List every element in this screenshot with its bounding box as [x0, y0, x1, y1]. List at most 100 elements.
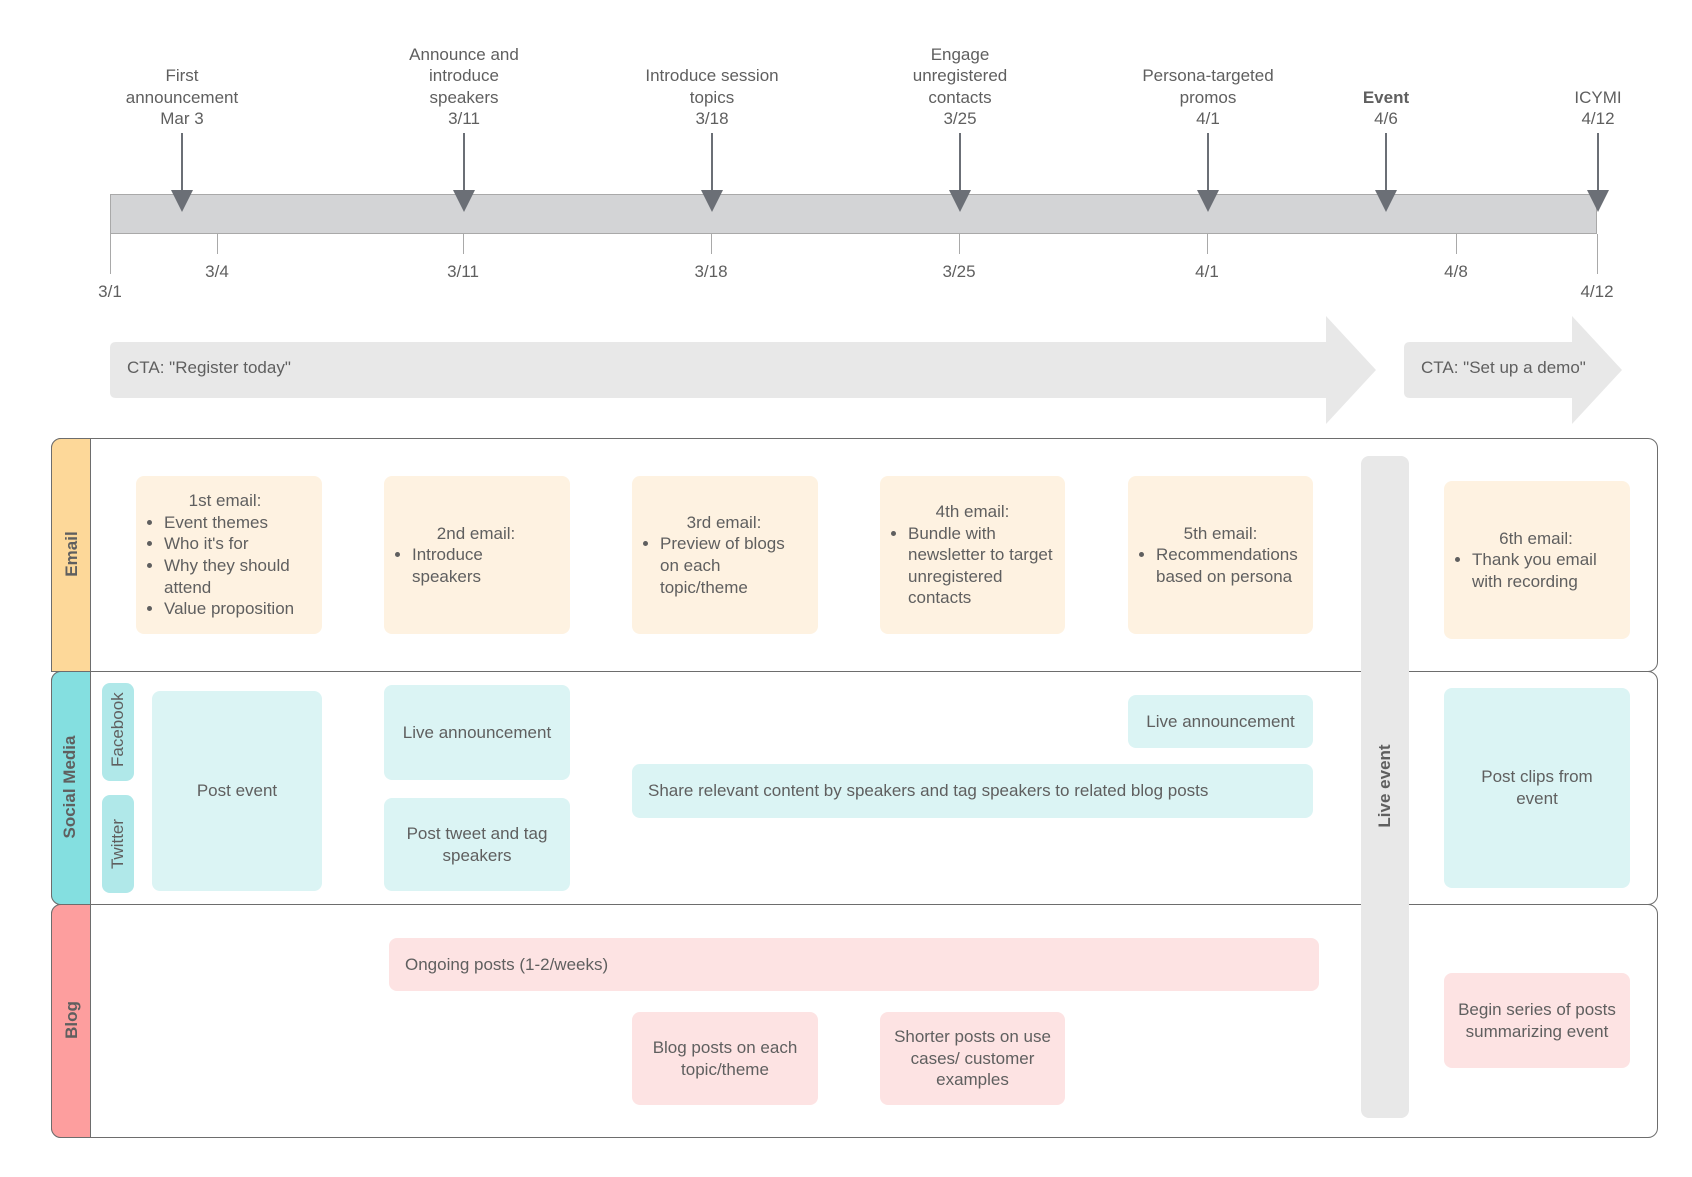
milestone-date: 3/18	[695, 109, 729, 129]
milestone-label: Persona-targeted promos 4/1	[1108, 65, 1308, 130]
tick-mark	[1456, 234, 1457, 254]
email-card-bullets: Bundle with newsletter to target unregis…	[892, 523, 1053, 609]
blog-lane-header: Blog	[51, 904, 91, 1138]
tick-label: 4/1	[1195, 262, 1219, 281]
email-card-bullets: Introduce speakers	[396, 544, 556, 587]
tick-mark	[1207, 234, 1208, 254]
email-card-content: 5th email:Recommendations based on perso…	[1128, 523, 1313, 588]
facebook-tag: Facebook	[102, 683, 134, 781]
milestone-arrow-icon	[949, 190, 971, 212]
email-card-bullet: Who it's for	[164, 533, 302, 555]
post-event-card: Post event	[152, 691, 322, 891]
milestone-arrow-shaft	[463, 133, 465, 193]
email-card: 4th email:Bundle with newsletter to targ…	[880, 476, 1065, 634]
email-card-bullet: Event themes	[164, 512, 302, 534]
milestone-date: 4/1	[1196, 109, 1220, 129]
email-card: 5th email:Recommendations based on perso…	[1128, 476, 1313, 634]
social-media-lane-title: Social Media	[60, 735, 79, 839]
timeline-bar	[110, 194, 1597, 234]
email-card-bullets: Preview of blogs on each topic/theme	[644, 533, 804, 598]
milestone-date: 4/12	[1581, 109, 1615, 129]
email-card-bullets: Recommendations based on persona	[1140, 544, 1301, 587]
blog-lane-title: Blog	[62, 1001, 81, 1039]
live-event-bar: Live event	[1361, 456, 1409, 1118]
tick-mark	[110, 234, 111, 274]
summary-series-card: Begin series of posts summarizing event	[1444, 973, 1630, 1068]
post-tweet-card: Post tweet and tag speakers	[384, 798, 570, 891]
milestone-title: topics	[689, 87, 735, 107]
email-card-content: 3rd email:Preview of blogs on each topic…	[632, 512, 818, 598]
email-card-heading: 2nd email:	[436, 523, 516, 543]
milestone-label: First announcement Mar 3	[82, 65, 282, 130]
shorter-posts-card: Shorter posts on use cases/ customer exa…	[880, 1012, 1065, 1105]
milestone-arrow-icon	[171, 190, 193, 212]
milestone-title: First	[165, 66, 199, 86]
tick-label: 4/12	[1580, 282, 1614, 301]
milestone-title: promos	[1179, 87, 1237, 107]
milestone-arrow-shaft	[959, 133, 961, 193]
email-card-heading: 1st email:	[188, 491, 262, 511]
milestone-arrow-icon	[701, 190, 723, 212]
topic-blog-posts-card: Blog posts on each topic/theme	[632, 1012, 818, 1105]
milestone-arrow-shaft	[181, 133, 183, 193]
shorter-posts-text: Shorter posts on use cases/ customer exa…	[894, 1027, 1051, 1090]
tick-label: 3/25	[942, 262, 976, 281]
milestone-title: introduce	[429, 66, 499, 86]
milestone-date: 3/11	[448, 109, 480, 129]
milestone-title: Engage	[930, 44, 990, 64]
milestone-label: Announce and introduce speakers 3/11	[364, 44, 564, 130]
email-card-bullet: Value proposition	[164, 598, 302, 620]
milestone-arrow-shaft	[1385, 133, 1387, 193]
email-card: 6th email:Thank you email with recording	[1444, 481, 1630, 639]
milestone-title: Announce and	[409, 44, 519, 64]
live-announcement-card: Live announcement	[384, 685, 570, 780]
email-lane-header: Email	[51, 438, 91, 672]
milestone-label: Introduce session topics 3/18	[612, 65, 812, 130]
milestone-title: Persona-targeted	[1142, 66, 1274, 86]
email-card-bullet: Recommendations based on persona	[1156, 544, 1301, 587]
email-card-heading: 6th email:	[1499, 528, 1573, 548]
milestone-arrow-icon	[1587, 190, 1609, 212]
email-card-content: 2nd email:Introduce speakers	[384, 523, 570, 588]
tick-label: 3/1	[98, 282, 122, 301]
ongoing-posts-card: Ongoing posts (1-2/weeks)	[389, 938, 1319, 991]
live-announcement-text-2: Live announcement	[1146, 711, 1295, 731]
live-announcement-card-2: Live announcement	[1128, 695, 1313, 748]
email-card: 1st email:Event themesWho it's forWhy th…	[136, 476, 322, 634]
milestone-title: speakers	[429, 87, 499, 107]
tick-mark	[217, 234, 218, 254]
milestone-title: announcement	[125, 87, 239, 107]
email-card: 3rd email:Preview of blogs on each topic…	[632, 476, 818, 634]
facebook-tag-label: Facebook	[108, 692, 127, 767]
email-card: 2nd email:Introduce speakers	[384, 476, 570, 634]
email-card-heading: 5th email:	[1183, 523, 1258, 543]
tick-label: 4/8	[1444, 262, 1468, 281]
email-lane-title: Email	[62, 531, 81, 577]
milestone-arrow-icon	[453, 190, 475, 212]
post-tweet-text: Post tweet and tag speakers	[406, 823, 548, 865]
post-event-text: Post event	[196, 781, 278, 801]
tick-label: 3/11	[447, 262, 479, 281]
cta-register-arrow	[110, 316, 1376, 424]
ongoing-posts-text: Ongoing posts (1-2/weeks)	[405, 954, 609, 974]
tick-label: 3/4	[205, 262, 229, 281]
tick-mark	[463, 234, 464, 254]
email-card-content: 6th email:Thank you email with recording	[1444, 528, 1630, 593]
email-card-bullets: Event themesWho it's forWhy they should …	[148, 512, 302, 620]
live-event-label: Live event	[1375, 744, 1394, 828]
cta-register-label: CTA: "Register today"	[127, 358, 291, 377]
summary-series-text: Begin series of posts summarizing event	[1458, 999, 1616, 1041]
email-card-heading: 3rd email:	[686, 512, 762, 532]
post-clips-card: Post clips from event	[1444, 688, 1630, 888]
milestone-arrow-shaft	[1597, 133, 1599, 193]
email-card-bullets: Thank you email with recording	[1456, 549, 1616, 592]
email-card-content: 1st email:Event themesWho it's forWhy th…	[136, 490, 322, 620]
twitter-tag: Twitter	[102, 795, 134, 893]
share-content-text: Share relevant content by speakers and t…	[648, 781, 1209, 801]
milestone-date: 3/25	[943, 109, 977, 129]
topic-blog-posts-text: Blog posts on each topic/theme	[652, 1037, 798, 1079]
live-announcement-text: Live announcement	[402, 722, 552, 742]
milestone-label: ICYMI 4/12	[1498, 87, 1692, 130]
tick-label: 3/18	[694, 262, 728, 281]
milestone-arrow-icon	[1375, 190, 1397, 212]
